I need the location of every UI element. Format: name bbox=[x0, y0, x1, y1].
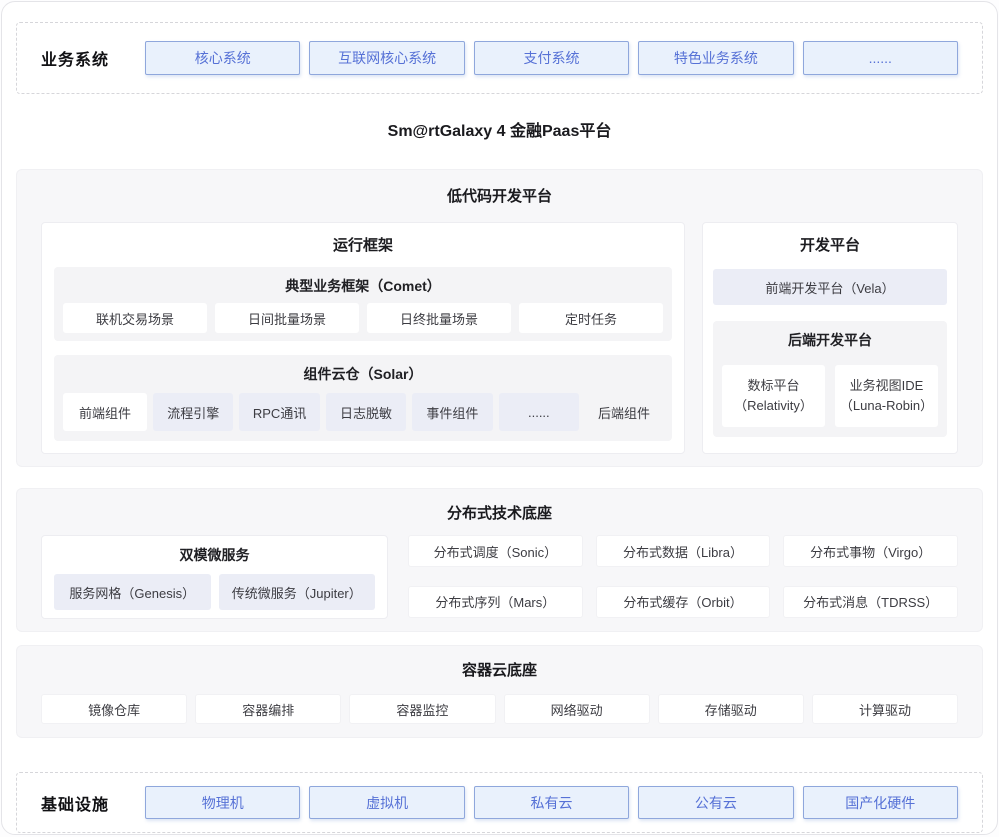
comet-scenarios-row: 联机交易场景 日间批量场景 日终批量场景 定时任务 bbox=[63, 303, 663, 333]
backend-tool-name: 业务视图IDE bbox=[850, 376, 924, 396]
comet-scenario-box: 联机交易场景 bbox=[63, 303, 207, 333]
distributed-service-box: 分布式数据（Libra） bbox=[596, 535, 771, 567]
comet-scenario-box: 日终批量场景 bbox=[367, 303, 511, 333]
container-service-box: 镜像仓库 bbox=[41, 694, 187, 724]
dual-mode-row: 服务网格（Genesis） 传统微服务（Jupiter） bbox=[54, 574, 375, 610]
business-system-box: ...... bbox=[803, 41, 958, 75]
distributed-base-section: 分布式技术底座 双模微服务 服务网格（Genesis） 传统微服务（Jupite… bbox=[16, 488, 983, 632]
infrastructure-box: 虚拟机 bbox=[309, 786, 464, 819]
solar-component-box: 事件组件 bbox=[412, 393, 492, 431]
solar-backend-component-label: 后端组件 bbox=[585, 393, 663, 431]
infrastructure-box: 国产化硬件 bbox=[803, 786, 958, 819]
business-systems-row: 业务系统 核心系统 互联网核心系统 支付系统 特色业务系统 ...... bbox=[16, 22, 983, 94]
solar-components-row: 前端组件 流程引擎 RPC通讯 日志脱敏 事件组件 ...... 后端组件 bbox=[63, 393, 663, 431]
comet-framework-box: 典型业务框架（Comet） 联机交易场景 日间批量场景 日终批量场景 定时任务 bbox=[54, 267, 672, 341]
distributed-service-box: 分布式调度（Sonic） bbox=[408, 535, 583, 567]
solar-component-box: 日志脱敏 bbox=[326, 393, 406, 431]
low-code-platform-section: 低代码开发平台 运行框架 典型业务框架（Comet） 联机交易场景 日间批量场景… bbox=[16, 169, 983, 467]
solar-component-box: RPC通讯 bbox=[239, 393, 319, 431]
container-base-section: 容器云底座 镜像仓库 容器编排 容器监控 网络驱动 存储驱动 计算驱动 bbox=[16, 645, 983, 738]
container-service-box: 计算驱动 bbox=[812, 694, 958, 724]
infrastructure-box: 物理机 bbox=[145, 786, 300, 819]
solar-component-store-box: 组件云仓（Solar） 前端组件 流程引擎 RPC通讯 日志脱敏 事件组件 ..… bbox=[54, 355, 672, 441]
dev-platform-title: 开发平台 bbox=[713, 235, 947, 257]
solar-component-box: ...... bbox=[499, 393, 579, 431]
infrastructure-label: 基础设施 bbox=[41, 791, 109, 815]
backend-tool-box: 数标平台 （Relativity） bbox=[722, 365, 825, 427]
runtime-framework-title: 运行框架 bbox=[54, 235, 672, 257]
distributed-services-grid: 分布式调度（Sonic） 分布式数据（Libra） 分布式事物（Virgo） 分… bbox=[408, 535, 958, 619]
backend-tool-box: 业务视图IDE （Luna-Robin） bbox=[835, 365, 938, 427]
business-systems-boxes: 核心系统 互联网核心系统 支付系统 特色业务系统 ...... bbox=[145, 41, 958, 75]
backend-tool-code: （Relativity） bbox=[734, 396, 813, 416]
business-system-box: 互联网核心系统 bbox=[309, 41, 464, 75]
infrastructure-boxes: 物理机 虚拟机 私有云 公有云 国产化硬件 bbox=[145, 786, 958, 819]
distributed-base-title: 分布式技术底座 bbox=[41, 503, 958, 525]
backend-tool-name: 数标平台 bbox=[747, 376, 799, 396]
solar-frontend-component-box: 前端组件 bbox=[63, 393, 147, 431]
dual-mode-microservice-panel: 双模微服务 服务网格（Genesis） 传统微服务（Jupiter） bbox=[41, 535, 388, 619]
solar-component-store-title: 组件云仓（Solar） bbox=[63, 363, 663, 385]
solar-component-box: 流程引擎 bbox=[153, 393, 233, 431]
backend-tools-row: 数标平台 （Relativity） 业务视图IDE （Luna-Robin） bbox=[722, 365, 938, 427]
backend-dev-platform-box: 后端开发平台 数标平台 （Relativity） 业务视图IDE （Luna-R… bbox=[713, 321, 947, 437]
business-system-box: 特色业务系统 bbox=[638, 41, 793, 75]
business-system-box: 核心系统 bbox=[145, 41, 300, 75]
container-service-box: 存储驱动 bbox=[658, 694, 804, 724]
microservice-box: 传统微服务（Jupiter） bbox=[219, 574, 376, 610]
container-base-title: 容器云底座 bbox=[41, 660, 958, 682]
container-service-box: 网络驱动 bbox=[504, 694, 650, 724]
backend-dev-platform-title: 后端开发平台 bbox=[722, 329, 938, 351]
business-system-box: 支付系统 bbox=[474, 41, 629, 75]
distributed-service-box: 分布式缓存（Orbit） bbox=[596, 586, 771, 618]
microservice-box: 服务网格（Genesis） bbox=[54, 574, 211, 610]
dev-platform-panel: 开发平台 前端开发平台（Vela） 后端开发平台 数标平台 （Relativit… bbox=[702, 222, 958, 454]
container-services-row: 镜像仓库 容器编排 容器监控 网络驱动 存储驱动 计算驱动 bbox=[41, 694, 958, 724]
infrastructure-box: 公有云 bbox=[638, 786, 793, 819]
low-code-platform-title: 低代码开发平台 bbox=[41, 186, 958, 208]
infrastructure-row: 基础设施 物理机 虚拟机 私有云 公有云 国产化硬件 bbox=[16, 772, 983, 833]
frontend-dev-platform-box: 前端开发平台（Vela） bbox=[713, 269, 947, 305]
business-systems-label: 业务系统 bbox=[41, 46, 109, 70]
distributed-service-box: 分布式消息（TDRSS） bbox=[783, 586, 958, 618]
container-service-box: 容器编排 bbox=[195, 694, 341, 724]
low-code-content: 运行框架 典型业务框架（Comet） 联机交易场景 日间批量场景 日终批量场景 … bbox=[41, 222, 958, 454]
comet-scenario-box: 日间批量场景 bbox=[215, 303, 359, 333]
distributed-content: 双模微服务 服务网格（Genesis） 传统微服务（Jupiter） 分布式调度… bbox=[41, 535, 958, 619]
platform-title: Sm@rtGalaxy 4 金融Paas平台 bbox=[2, 121, 997, 143]
distributed-service-box: 分布式事物（Virgo） bbox=[783, 535, 958, 567]
container-service-box: 容器监控 bbox=[349, 694, 495, 724]
infrastructure-box: 私有云 bbox=[474, 786, 629, 819]
comet-scenario-box: 定时任务 bbox=[519, 303, 663, 333]
architecture-diagram: 业务系统 核心系统 互联网核心系统 支付系统 特色业务系统 ...... Sm@… bbox=[1, 1, 998, 835]
runtime-framework-panel: 运行框架 典型业务框架（Comet） 联机交易场景 日间批量场景 日终批量场景 … bbox=[41, 222, 685, 454]
distributed-service-box: 分布式序列（Mars） bbox=[408, 586, 583, 618]
backend-tool-code: （Luna-Robin） bbox=[840, 396, 933, 416]
dual-mode-microservice-title: 双模微服务 bbox=[54, 544, 375, 566]
comet-framework-title: 典型业务框架（Comet） bbox=[63, 275, 663, 297]
